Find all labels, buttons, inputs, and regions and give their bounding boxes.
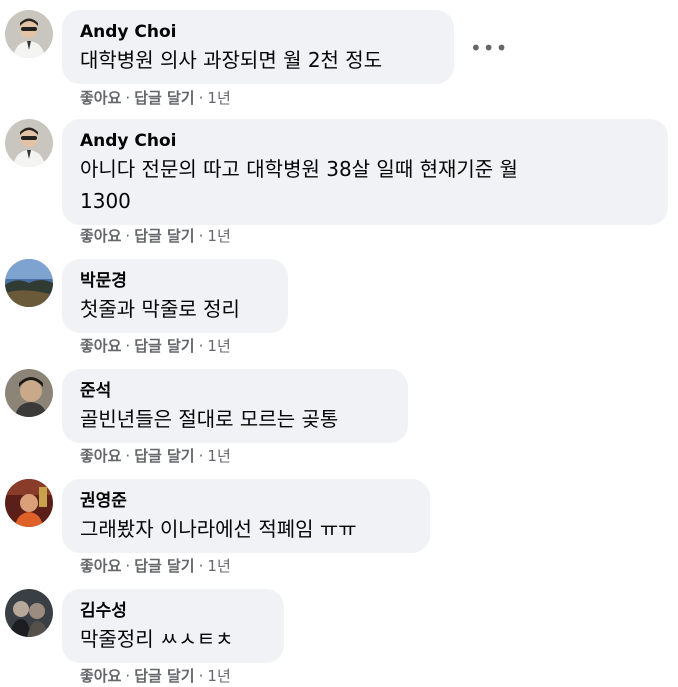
comment-text: 골빈년들은 절대로 모르는 곶통 <box>80 407 339 431</box>
comment-bubble: 권영준 그래봤자 이나라에선 적폐임 ㅠㅠ <box>62 479 430 553</box>
avatar[interactable] <box>5 10 53 58</box>
reply-button[interactable]: 답글 달기 <box>134 667 194 685</box>
comment-bubble: 준석 골빈년들은 절대로 모르는 곶통 <box>62 369 408 443</box>
separator: · <box>125 557 131 575</box>
comment-bubble: Andy Choi 아니다 전문의 따고 대학병원 38살 일때 현재기준 월 … <box>62 119 668 225</box>
reply-button[interactable]: 답글 달기 <box>134 337 194 355</box>
like-button[interactable]: 좋아요 <box>80 227 121 245</box>
comment-timestamp[interactable]: 1년 <box>207 89 230 107</box>
separator: · <box>125 667 131 685</box>
comment-bubble: Andy Choi 대학병원 의사 과장되면 월 2천 정도 <box>62 10 454 84</box>
separator: · <box>198 227 204 245</box>
separator: · <box>198 337 204 355</box>
comment-text: 막줄정리 ㅆㅅㅌㅊ <box>80 627 234 651</box>
comment-timestamp[interactable]: 1년 <box>207 667 230 685</box>
comment-timestamp[interactable]: 1년 <box>207 337 230 355</box>
comment-author[interactable]: 권영준 <box>80 491 412 511</box>
separator: · <box>198 89 204 107</box>
comment-bubble: 박문경 첫줄과 막줄로 정리 <box>62 259 288 333</box>
comment-bubble: 김수성 막줄정리 ㅆㅅㅌㅊ <box>62 589 284 663</box>
more-options-icon[interactable]: ••• <box>470 36 508 60</box>
separator: · <box>125 337 131 355</box>
comment-text: 대학병원 의사 과장되면 월 2천 정도 <box>80 48 383 72</box>
comment-author[interactable]: Andy Choi <box>80 131 650 151</box>
like-button[interactable]: 좋아요 <box>80 89 121 107</box>
avatar[interactable] <box>5 589 53 637</box>
separator: · <box>198 667 204 685</box>
comment-text: 그래봤자 이나라에선 적폐임 ㅠㅠ <box>80 517 357 541</box>
comment-actions: 좋아요 · 답글 달기 · 1년 <box>80 88 231 108</box>
reply-button[interactable]: 답글 달기 <box>134 557 194 575</box>
comment-text: 첫줄과 막줄로 정리 <box>80 297 240 321</box>
comment-actions: 좋아요 · 답글 달기 · 1년 <box>80 556 231 576</box>
comment-author[interactable]: Andy Choi <box>80 22 436 42</box>
comment-actions: 좋아요 · 답글 달기 · 1년 <box>80 446 231 466</box>
like-button[interactable]: 좋아요 <box>80 447 121 465</box>
like-button[interactable]: 좋아요 <box>80 337 121 355</box>
comment-author[interactable]: 김수성 <box>80 601 266 621</box>
reply-button[interactable]: 답글 달기 <box>134 447 194 465</box>
avatar[interactable] <box>5 369 53 417</box>
separator: · <box>198 557 204 575</box>
comment-timestamp[interactable]: 1년 <box>207 557 230 575</box>
comment-timestamp[interactable]: 1년 <box>207 447 230 465</box>
separator: · <box>125 227 131 245</box>
comment-actions: 좋아요 · 답글 달기 · 1년 <box>80 226 231 246</box>
comment-author[interactable]: 박문경 <box>80 271 270 291</box>
comment-timestamp[interactable]: 1년 <box>207 227 230 245</box>
separator: · <box>125 447 131 465</box>
comment-actions: 좋아요 · 답글 달기 · 1년 <box>80 666 231 686</box>
avatar[interactable] <box>5 479 53 527</box>
like-button[interactable]: 좋아요 <box>80 667 121 685</box>
comment-text: 아니다 전문의 따고 대학병원 38살 일때 현재기준 월 1300 <box>80 157 518 213</box>
comment-actions: 좋아요 · 답글 달기 · 1년 <box>80 336 231 356</box>
reply-button[interactable]: 답글 달기 <box>134 227 194 245</box>
like-button[interactable]: 좋아요 <box>80 557 121 575</box>
reply-button[interactable]: 답글 달기 <box>134 89 194 107</box>
separator: · <box>198 447 204 465</box>
comment-author[interactable]: 준석 <box>80 381 390 401</box>
avatar[interactable] <box>5 259 53 307</box>
avatar[interactable] <box>5 119 53 167</box>
separator: · <box>125 89 131 107</box>
